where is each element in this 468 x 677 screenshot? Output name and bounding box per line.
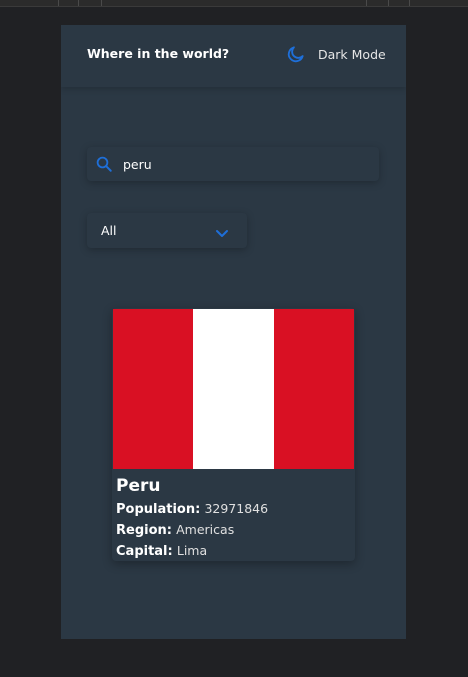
divider [409, 0, 410, 6]
moon-icon [286, 44, 306, 64]
capital-row: Capital: Lima [116, 541, 351, 561]
capital-value: Lima [176, 543, 208, 558]
search-box[interactable] [87, 147, 379, 181]
app-header: Where in the world? Dark Mode [61, 25, 406, 87]
region-label: Region: [116, 523, 172, 538]
divider [101, 0, 102, 6]
region-value: Americas [176, 522, 235, 537]
dark-mode-label: Dark Mode [318, 46, 386, 62]
country-flag [113, 309, 354, 469]
dark-mode-toggle[interactable]: Dark Mode [286, 43, 386, 65]
region-row: Region: Americas [116, 520, 351, 541]
population-row: Population: 32971846 [116, 499, 351, 520]
population-label: Population: [116, 502, 201, 517]
capital-label: Capital: [116, 544, 173, 559]
app-title: Where in the world? [87, 46, 230, 61]
divider [388, 0, 389, 6]
country-card[interactable]: Peru Population: 32971846 Region: Americ… [112, 308, 355, 561]
divider [78, 0, 79, 6]
editor-bottom-bar [0, 639, 468, 677]
filter-selected-value: All [101, 223, 117, 238]
card-body: Peru Population: 32971846 Region: Americ… [116, 475, 351, 561]
flag-stripe-right [273, 309, 354, 469]
chevron-down-icon [215, 225, 229, 237]
divider [58, 0, 59, 6]
population-value: 32971846 [204, 501, 269, 516]
flag-stripe-left [113, 309, 194, 469]
region-filter-select[interactable]: All [87, 213, 247, 248]
flag-stripe-middle [193, 309, 274, 469]
search-input[interactable] [123, 153, 363, 175]
app-window: Where in the world? Dark Mode All [61, 25, 406, 639]
search-icon [95, 155, 113, 173]
divider [366, 0, 367, 6]
editor-top-strip [0, 0, 468, 7]
country-name: Peru [116, 476, 161, 496]
